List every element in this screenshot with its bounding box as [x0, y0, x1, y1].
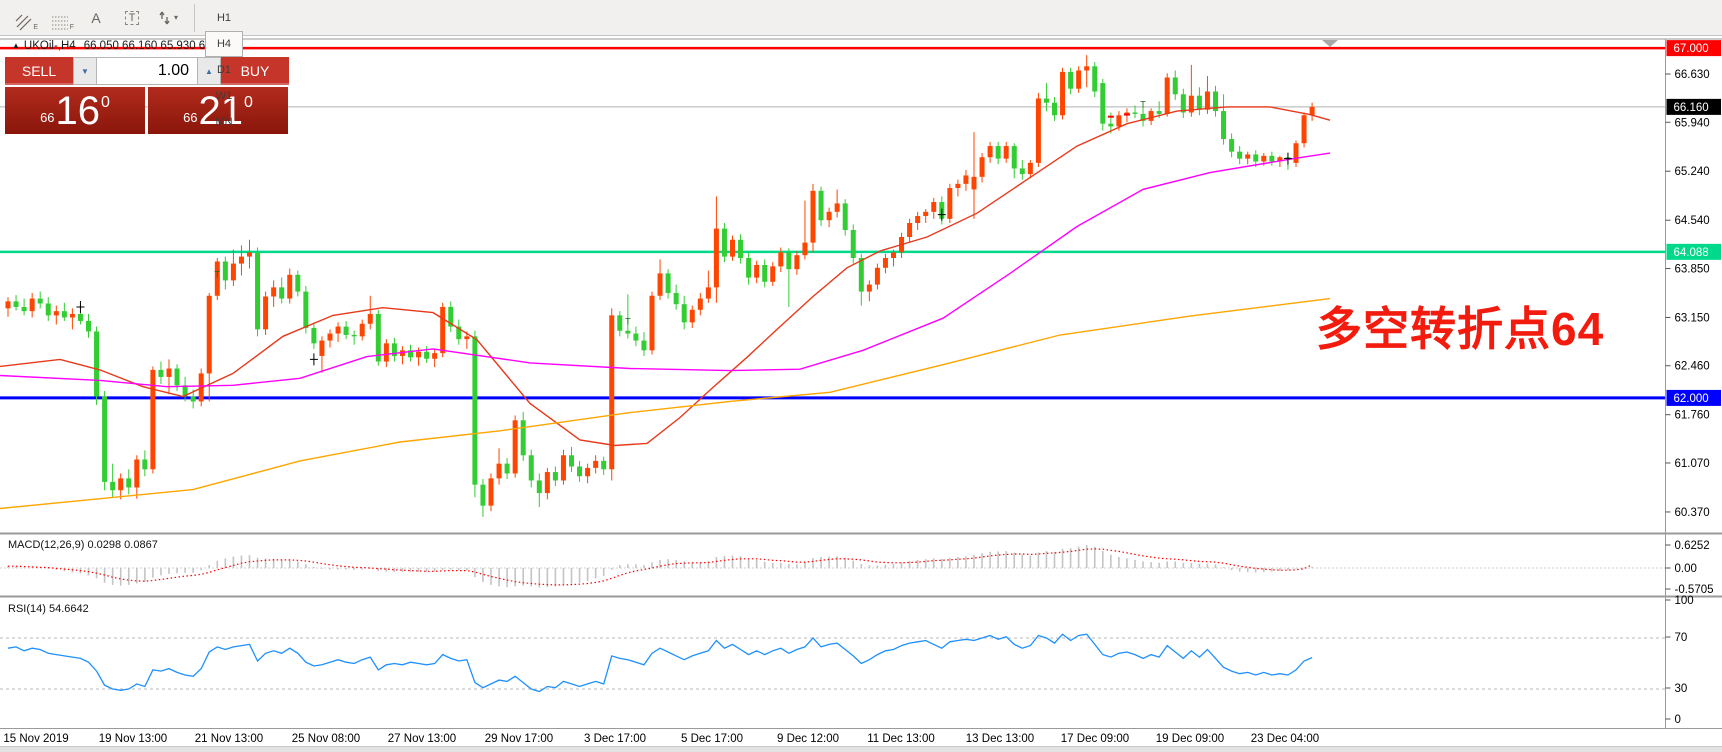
rsi-line [8, 634, 1312, 691]
level-badge-64.088-text: 64.088 [1674, 247, 1709, 259]
price-tick-label: 66.630 [1675, 69, 1710, 81]
rsi-tick-label: 30 [1675, 683, 1688, 695]
tab-timeframe-mn[interactable]: MN [205, 109, 243, 135]
rsi-tick-label: 100 [1675, 595, 1694, 607]
time-axis-label: 29 Nov 17:00 [485, 733, 553, 745]
tab-timeframe-h1[interactable]: H1 [205, 5, 243, 31]
price-tick-label: 63.850 [1675, 263, 1710, 275]
volume-input[interactable] [97, 57, 197, 85]
timeframe-bar: M1M5M15M30H1H4D1W1MN [205, 0, 246, 135]
macd-indicator-label: MACD(12,26,9) 0.0298 0.0867 [8, 539, 158, 551]
price-tick-label: 63.150 [1675, 312, 1710, 324]
one-click-trading-panel: SELL ▼ ▲ BUY 66 16 0 66 21 0 [5, 57, 291, 134]
fibonacci-icon[interactable]: F [44, 4, 76, 32]
tab-timeframe-h4[interactable]: H4 [205, 31, 243, 57]
sell-price-display[interactable]: 66 16 0 [5, 87, 145, 134]
rsi-indicator-label: RSI(14) 54.6642 [8, 603, 89, 615]
time-axis-label: 17 Dec 09:00 [1061, 733, 1129, 745]
volume-decrease-button[interactable]: ▼ [73, 57, 97, 85]
time-axis-label: 19 Nov 13:00 [99, 733, 167, 745]
trade-cross-marker [310, 353, 318, 365]
price-tick-label: 65.240 [1675, 166, 1710, 178]
tab-timeframe-w1[interactable]: W1 [205, 83, 243, 109]
level-badge-67.000-text: 67.000 [1674, 43, 1709, 55]
text-label-icon[interactable]: A [80, 4, 112, 32]
price-tick-label: 60.370 [1675, 507, 1710, 519]
level-badge-62.000-text: 62.000 [1674, 393, 1709, 405]
time-axis-label: 23 Dec 04:00 [1251, 733, 1319, 745]
text-box-icon[interactable]: T [116, 4, 148, 32]
price-tick-label: 61.760 [1675, 410, 1710, 422]
trade-cross-marker [938, 209, 946, 221]
trade-t-marker: T [625, 316, 631, 326]
ma-medium-line [0, 153, 1330, 387]
symbol-ohlc-line: ▲UKOil-,H466.050 66.160 65.930 66.160 [12, 40, 234, 52]
macd-tick-label: 0.00 [1675, 563, 1697, 575]
equidistant-channel-icon[interactable]: E [8, 4, 40, 32]
time-axis-label: 21 Nov 13:00 [195, 733, 263, 745]
time-axis-label: 9 Dec 12:00 [777, 733, 839, 745]
time-axis-label: 19 Dec 09:00 [1156, 733, 1224, 745]
toolbar-separator [194, 4, 195, 32]
symbol-triangle-icon: ▲ [12, 41, 20, 50]
rsi-tick-label: 70 [1675, 632, 1688, 644]
trade-t-marker: T [215, 270, 221, 280]
price-tick-label: 61.070 [1675, 458, 1710, 470]
current-price-badge-text: 66.160 [1674, 102, 1709, 114]
trade-cross-marker [1284, 153, 1292, 165]
symbol-name: UKOil-,H4 [24, 40, 76, 52]
time-axis-label: 11 Dec 13:00 [867, 733, 935, 745]
arrow-objects-icon[interactable]: ▾ [152, 4, 184, 32]
time-axis-label: 15 Nov 2019 [3, 733, 68, 745]
price-tick-label: 64.540 [1675, 215, 1710, 227]
toolbar: E F A T ▾ M1M5M15M30H1H4D1W1MN [0, 0, 1722, 36]
chart-annotation: 多空转折点64 [1316, 293, 1604, 359]
time-axis-label: 13 Dec 13:00 [966, 733, 1034, 745]
chart-shift-icon [1322, 40, 1338, 47]
trade-t-marker: T [1140, 100, 1146, 110]
macd-tick-label: 0.6252 [1675, 540, 1710, 552]
horizontal-scrollbar[interactable] [0, 746, 1722, 752]
price-tick-label: 65.940 [1675, 117, 1710, 129]
sell-button[interactable]: SELL [5, 57, 73, 85]
time-axis-label: 25 Nov 08:00 [292, 733, 360, 745]
time-axis-label: 3 Dec 17:00 [584, 733, 646, 745]
trade-cross-marker [76, 301, 84, 313]
time-axis-label: 27 Nov 13:00 [388, 733, 456, 745]
price-tick-label: 62.460 [1675, 361, 1710, 373]
time-axis-label: 5 Dec 17:00 [681, 733, 743, 745]
tab-timeframe-d1[interactable]: D1 [205, 57, 243, 83]
ma-slow-line [0, 299, 1330, 509]
rsi-tick-label: 0 [1675, 714, 1681, 726]
